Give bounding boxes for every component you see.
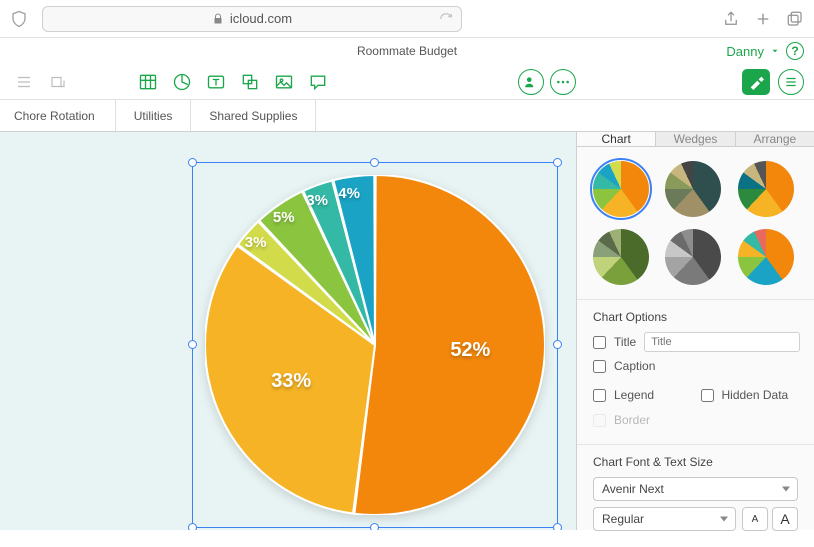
font-size-decrease-button[interactable]: A — [742, 507, 768, 531]
help-icon[interactable]: ? — [786, 42, 804, 60]
resize-handle[interactable] — [188, 523, 197, 530]
chart-options-section: Chart Options Title Caption Legend Hidde… — [577, 299, 814, 444]
border-checkbox — [593, 414, 606, 427]
selection-box — [192, 162, 558, 528]
caption-option-row: Caption — [593, 359, 798, 373]
browser-toolbar: icloud.com — [0, 0, 814, 38]
inspector-tab-arrange[interactable]: Arrange — [735, 132, 814, 146]
chart-style-swatch[interactable] — [665, 229, 721, 285]
insert-table-button[interactable] — [134, 68, 162, 96]
title-input[interactable] — [644, 332, 800, 352]
resize-handle[interactable] — [370, 523, 379, 530]
sheet-tab[interactable]: Utilities — [116, 100, 192, 131]
chart-options-heading: Chart Options — [593, 310, 798, 324]
url-bar[interactable]: icloud.com — [42, 6, 462, 32]
privacy-shield-icon[interactable] — [10, 10, 28, 28]
legend-checkbox[interactable] — [593, 389, 606, 402]
resize-handle[interactable] — [553, 158, 562, 167]
title-label: Title — [614, 335, 636, 349]
sheet-tab[interactable]: Shared Supplies — [191, 100, 316, 131]
organize-button[interactable] — [778, 69, 804, 95]
view-list-button[interactable] — [10, 68, 38, 96]
resize-handle[interactable] — [553, 523, 562, 530]
user-name: Danny — [726, 44, 764, 59]
chart-font-section: Chart Font & Text Size Avenir Next Regul… — [577, 444, 814, 547]
chart-style-swatch[interactable] — [738, 161, 794, 217]
title-option-row: Title — [593, 332, 798, 352]
font-family-select[interactable]: Avenir Next — [593, 477, 798, 501]
hidden-data-checkbox[interactable] — [701, 389, 714, 402]
refresh-icon[interactable] — [439, 12, 453, 26]
chart-style-swatch[interactable] — [593, 161, 649, 217]
more-button[interactable] — [550, 69, 576, 95]
chart-style-swatch[interactable] — [738, 229, 794, 285]
chevron-down-icon — [770, 46, 780, 56]
insert-comment-button[interactable] — [304, 68, 332, 96]
chart-style-grid — [577, 147, 814, 299]
insert-text-button[interactable] — [202, 68, 230, 96]
hidden-data-option: Hidden Data — [701, 388, 799, 402]
user-menu[interactable]: Danny ? — [726, 42, 804, 60]
url-host: icloud.com — [230, 11, 292, 26]
caption-label: Caption — [614, 359, 655, 373]
format-button[interactable] — [742, 69, 770, 95]
font-weight-select[interactable]: Regular — [593, 507, 736, 531]
resize-handle[interactable] — [188, 158, 197, 167]
resize-handle[interactable] — [370, 158, 379, 167]
inspector-tab-wedges[interactable]: Wedges — [656, 132, 734, 146]
document-title: Roommate Budget — [357, 44, 457, 58]
sheet-tabs: Chore Rotation Utilities Shared Supplies — [0, 100, 814, 132]
share-icon[interactable] — [722, 10, 740, 28]
inspector-tab-chart[interactable]: Chart — [577, 132, 656, 146]
lock-icon — [212, 13, 224, 25]
format-inspector: Chart Wedges Arrange Chart Options Title… — [576, 132, 814, 530]
chart-style-swatch[interactable] — [593, 229, 649, 285]
tabs-icon[interactable] — [786, 10, 804, 28]
chart-style-swatch[interactable] — [665, 161, 721, 217]
resize-handle[interactable] — [553, 340, 562, 349]
insert-image-button[interactable] — [270, 68, 298, 96]
document-header: Roommate Budget Danny ? — [0, 38, 814, 64]
sheet-tab[interactable]: Chore Rotation — [0, 100, 116, 131]
main-area: 52%33%3%5%3%4% Chart Wedges Arrange Char… — [0, 132, 814, 530]
inspector-tabs: Chart Wedges Arrange — [577, 132, 814, 147]
collaborate-button[interactable] — [518, 69, 544, 95]
insert-chart-button[interactable] — [168, 68, 196, 96]
canvas[interactable]: 52%33%3%5%3%4% — [0, 132, 576, 530]
resize-handle[interactable] — [188, 340, 197, 349]
insert-shape-button[interactable] — [236, 68, 264, 96]
legend-option: Legend — [593, 388, 691, 402]
insert-button[interactable] — [44, 68, 72, 96]
font-heading: Chart Font & Text Size — [593, 455, 798, 469]
browser-actions — [722, 10, 804, 28]
new-tab-icon[interactable] — [754, 10, 772, 28]
font-size-increase-button[interactable]: A — [772, 507, 798, 531]
main-toolbar — [0, 64, 814, 100]
border-option: Border — [593, 413, 691, 427]
title-checkbox[interactable] — [593, 336, 606, 349]
caption-checkbox[interactable] — [593, 360, 606, 373]
